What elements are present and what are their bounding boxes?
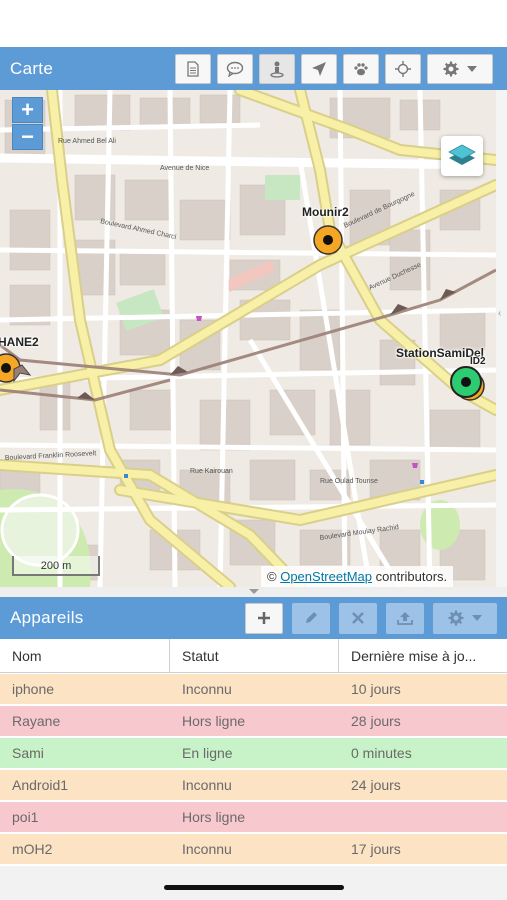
street-label: Rue Kairouan — [190, 468, 233, 475]
cell-name: iphone — [12, 681, 55, 697]
street-label: Boulevard Franklin Roosevelt — [5, 450, 97, 462]
device-settings-dropdown[interactable] — [433, 602, 497, 634]
table-body: iphone Inconnu 10 jours Rayane Hors lign… — [0, 674, 507, 864]
street-label: Boulevard Ahmed Charci — [100, 218, 178, 241]
map-side-bar — [496, 90, 507, 587]
table-header: Nom Statut Dernière mise à jo... — [0, 639, 507, 673]
add-device-button[interactable] — [245, 602, 283, 634]
cell-status: En ligne — [182, 745, 233, 761]
chevron-down-icon — [467, 65, 477, 72]
layers-icon — [448, 144, 476, 165]
plus-icon — [258, 612, 270, 624]
close-icon — [352, 612, 364, 624]
map-toolbar — [175, 53, 507, 84]
gear-icon — [448, 610, 464, 626]
remove-device-button[interactable] — [339, 602, 377, 634]
column-header-name[interactable]: Nom — [0, 639, 170, 672]
devices-table: Nom Statut Dernière mise à jo... iphone … — [0, 639, 507, 864]
gear-icon — [443, 61, 459, 76]
home-indicator[interactable] — [164, 885, 344, 890]
top-blank-area — [0, 0, 507, 47]
pencil-icon — [306, 612, 317, 623]
map-panel-title: Carte — [10, 58, 54, 78]
layers-button[interactable] — [441, 136, 483, 176]
geofence-button[interactable] — [259, 53, 295, 84]
map-view[interactable]: Rue Ahmed Bel Ali Avenue de Nice Bouleva… — [0, 90, 496, 587]
cell-last-update: 10 jours — [351, 681, 401, 697]
street-label: Rue Ahmed Bel Ali — [58, 138, 116, 145]
street-label: Rue Oulad Tounse — [320, 478, 378, 485]
zoom-control: + − — [12, 97, 43, 150]
chevron-down-icon — [472, 615, 482, 621]
devices-toolbar — [245, 602, 507, 634]
column-header-last-update[interactable]: Dernière mise à jo... — [339, 639, 507, 672]
cell-status: Inconnu — [182, 841, 232, 857]
column-header-status[interactable]: Statut — [170, 639, 339, 672]
table-row[interactable]: iphone Inconnu 10 jours — [0, 674, 507, 704]
devices-panel-title: Appareils — [10, 608, 84, 627]
street-label: Avenue de Nice — [160, 165, 209, 172]
cell-name: Sami — [12, 745, 44, 761]
map-attribution: © OpenStreetMap contributors. — [261, 566, 454, 587]
table-row[interactable]: Sami En ligne 0 minutes — [0, 738, 507, 768]
openstreetmap-link[interactable]: OpenStreetMap — [280, 569, 372, 584]
table-row[interactable]: Rayane Hors ligne 28 jours — [0, 706, 507, 736]
cell-status: Hors ligne — [182, 713, 246, 729]
cell-last-update: 28 jours — [351, 713, 401, 729]
crosshair-icon — [395, 60, 411, 77]
table-row[interactable]: poi1 Hors ligne — [0, 802, 507, 832]
zoom-in-button[interactable]: + — [12, 97, 43, 123]
chat-button[interactable] — [217, 53, 253, 84]
cell-name: poi1 — [12, 809, 39, 825]
edit-device-button[interactable] — [292, 602, 330, 634]
device-label-dev2: ID2 — [470, 356, 486, 367]
upload-icon — [397, 612, 413, 625]
map-tiles: Rue Ahmed Bel Ali Avenue de Nice Bouleva… — [0, 90, 496, 587]
devices-panel-header: Appareils — [0, 597, 507, 639]
cell-last-update: 0 minutes — [351, 745, 412, 761]
cell-last-update: 24 jours — [351, 777, 401, 793]
follow-button[interactable] — [343, 53, 379, 84]
table-row[interactable]: mOH2 Inconnu 17 jours — [0, 834, 507, 864]
device-label-mounir2: Mounir2 — [302, 205, 349, 219]
zoom-out-button[interactable]: − — [12, 124, 43, 150]
table-row[interactable]: Android1 Inconnu 24 jours — [0, 770, 507, 800]
cell-last-update: 17 jours — [351, 841, 401, 857]
map-panel-header: Carte — [0, 47, 507, 90]
navigation-arrow-icon — [312, 61, 326, 76]
command-button[interactable] — [386, 602, 424, 634]
marker-mounir2[interactable] — [313, 225, 343, 255]
cell-status: Inconnu — [182, 681, 232, 697]
attribution-prefix: © — [267, 569, 277, 584]
cell-name: Android1 — [12, 777, 69, 793]
person-pin-icon — [270, 61, 284, 78]
cell-name: mOH2 — [12, 841, 53, 857]
cell-status: Hors ligne — [182, 809, 246, 825]
attribution-suffix: contributors. — [375, 569, 448, 584]
collapse-handle-icon[interactable]: ‹ — [498, 308, 507, 320]
report-button[interactable] — [175, 53, 211, 84]
locate-button[interactable] — [301, 53, 337, 84]
center-button[interactable] — [385, 53, 421, 84]
settings-dropdown[interactable] — [427, 53, 493, 84]
cell-status: Inconnu — [182, 777, 232, 793]
splitter-arrow-icon — [249, 589, 259, 594]
bottom-blank-area — [0, 866, 507, 900]
document-icon — [187, 60, 199, 77]
chat-icon — [226, 61, 244, 77]
cell-name: Rayane — [12, 713, 61, 729]
paw-icon — [354, 62, 368, 75]
device-label-hane2: HANE2 — [0, 335, 39, 349]
map-scale: 200 m — [12, 556, 100, 576]
panel-splitter[interactable] — [0, 587, 507, 597]
cell-last-update — [339, 802, 507, 832]
